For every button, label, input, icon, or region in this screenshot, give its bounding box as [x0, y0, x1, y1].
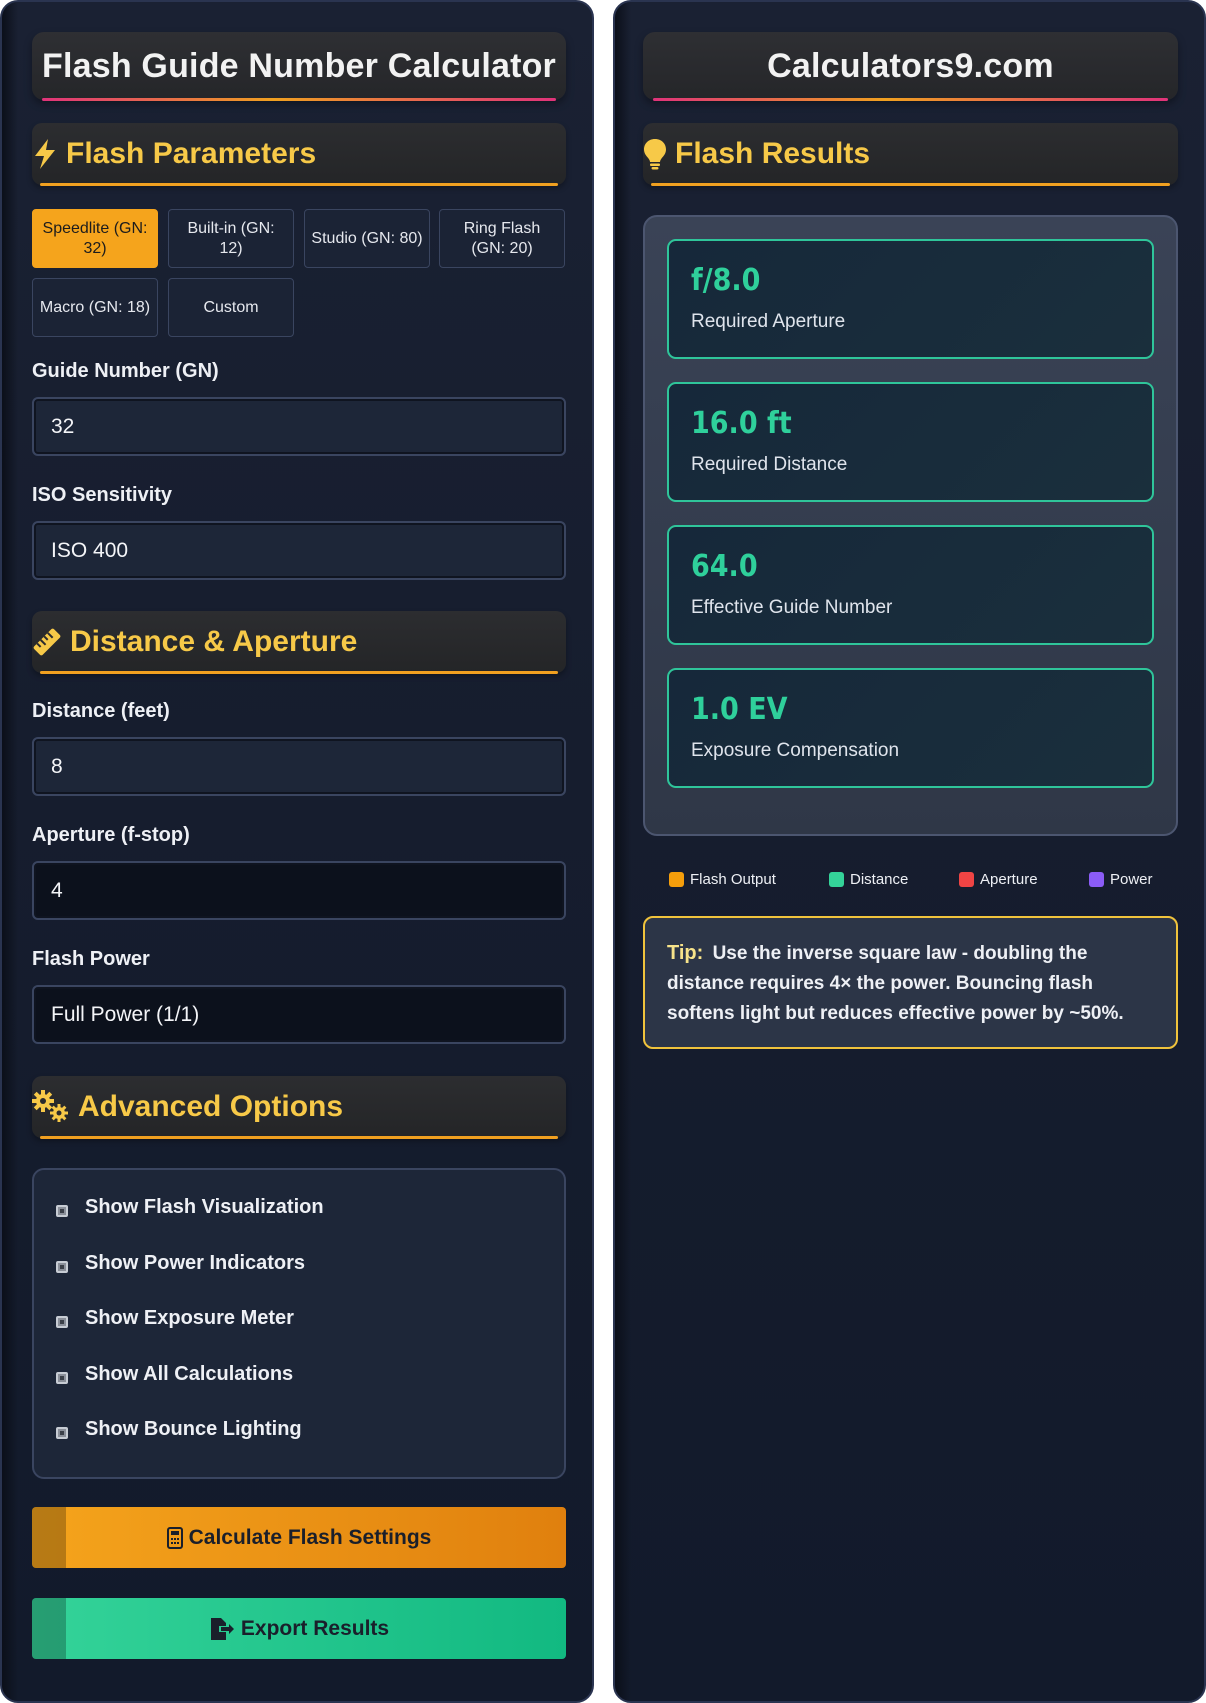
result-value: 1.0 EV: [691, 692, 788, 727]
option-show-power-indicators[interactable]: Show Power Indicators: [56, 1252, 305, 1275]
section-title: Flash Parameters: [66, 137, 317, 170]
legend-swatch: [959, 872, 974, 887]
preset-macro[interactable]: Macro (GN: 18): [32, 278, 158, 337]
results-container: f/8.0 Required Aperture 16.0 ft Required…: [643, 215, 1178, 836]
result-value: 16.0 ft: [691, 406, 792, 441]
lightning-icon: [32, 138, 58, 170]
section-header-advanced-options: Advanced Options: [32, 1076, 566, 1139]
section-header-flash-parameters: Flash Parameters: [32, 123, 566, 186]
section-title: Advanced Options: [78, 1090, 344, 1123]
option-show-flash-visualization[interactable]: Show Flash Visualization: [56, 1196, 324, 1219]
button-shade: [32, 1507, 66, 1568]
legend-swatch: [1089, 872, 1104, 887]
preset-speedlite[interactable]: Speedlite (GN: 32): [32, 209, 158, 268]
results-panel: Calculators9.com Flash Results f/8.0 Req…: [613, 0, 1206, 1703]
legend-distance: Distance: [829, 871, 908, 888]
result-value: f/8.0: [691, 263, 761, 298]
checkbox[interactable]: [56, 1204, 68, 1217]
section-title: Flash Results: [675, 137, 871, 170]
file-export-icon: [209, 1617, 235, 1641]
iso-label: ISO Sensitivity: [32, 484, 173, 506]
legend-flash-output: Flash Output: [669, 871, 776, 888]
gears-icon: [32, 1090, 70, 1124]
distance-input[interactable]: 8: [32, 737, 566, 796]
aperture-input[interactable]: 4: [32, 861, 566, 920]
page-title: Flash Guide Number Calculator: [32, 32, 566, 101]
legend-swatch: [669, 872, 684, 887]
export-button[interactable]: Export Results: [32, 1598, 566, 1659]
guide-number-label: Guide Number (GN): [32, 360, 219, 382]
calculate-button[interactable]: Calculate Flash Settings: [32, 1507, 566, 1568]
result-value: 64.0: [691, 549, 758, 584]
aperture-label: Aperture (f-stop): [32, 824, 190, 846]
checkbox[interactable]: [56, 1426, 68, 1439]
result-label: Exposure Compensation: [691, 740, 900, 761]
result-required-aperture: f/8.0 Required Aperture: [667, 239, 1154, 359]
button-shade: [32, 1598, 66, 1659]
ruler-icon: [32, 627, 62, 657]
tip-label: Tip:: [667, 942, 704, 964]
site-title-text: Calculators9.com: [767, 46, 1054, 85]
option-show-exposure-meter[interactable]: Show Exposure Meter: [56, 1307, 294, 1330]
page-title-text: Flash Guide Number Calculator: [41, 46, 556, 85]
legend-aperture: Aperture: [959, 871, 1038, 888]
legend-swatch: [829, 872, 844, 887]
checkbox[interactable]: [56, 1315, 68, 1328]
flash-power-select[interactable]: Full Power (1/1): [32, 985, 566, 1044]
tip-box: Tip: Use the inverse square law - doubli…: [643, 916, 1178, 1049]
site-title: Calculators9.com: [643, 32, 1178, 101]
result-label: Required Distance: [691, 454, 848, 475]
result-required-distance: 16.0 ft Required Distance: [667, 382, 1154, 502]
option-show-all-calculations[interactable]: Show All Calculations: [56, 1363, 293, 1386]
preset-ring-flash[interactable]: Ring Flash (GN: 20): [439, 209, 565, 268]
section-header-flash-results: Flash Results: [643, 123, 1178, 186]
calculator-icon: [166, 1526, 183, 1549]
option-show-bounce-lighting[interactable]: Show Bounce Lighting: [56, 1418, 302, 1441]
tip-text: Use the inverse square law - doubling th…: [667, 943, 1124, 1024]
calculate-button-label: Calculate Flash Settings: [188, 1525, 432, 1549]
result-label: Required Aperture: [691, 311, 846, 332]
result-label: Effective Guide Number: [691, 597, 893, 618]
preset-built-in[interactable]: Built-in (GN: 12): [168, 209, 294, 268]
advanced-options-list: Show Flash Visualization Show Power Indi…: [32, 1168, 566, 1479]
export-button-label: Export Results: [240, 1616, 390, 1640]
result-exposure-compensation: 1.0 EV Exposure Compensation: [667, 668, 1154, 788]
distance-label: Distance (feet): [32, 700, 170, 722]
preset-custom[interactable]: Custom: [168, 278, 294, 337]
section-header-distance-aperture: Distance & Aperture: [32, 611, 566, 674]
calculator-panel: Flash Guide Number Calculator Flash Para…: [0, 0, 594, 1703]
checkbox[interactable]: [56, 1371, 68, 1384]
lightbulb-icon: [643, 138, 667, 170]
guide-number-input[interactable]: 32: [32, 397, 566, 456]
result-effective-guide-number: 64.0 Effective Guide Number: [667, 525, 1154, 645]
preset-studio[interactable]: Studio (GN: 80): [304, 209, 430, 268]
section-title: Distance & Aperture: [70, 625, 358, 658]
panel-edge-shade: [2, 2, 18, 1701]
checkbox[interactable]: [56, 1260, 68, 1273]
flash-power-label: Flash Power: [32, 948, 150, 970]
iso-select[interactable]: ISO 400: [32, 521, 566, 580]
legend-power: Power: [1089, 871, 1153, 888]
panel-edge-shade: [615, 2, 631, 1701]
